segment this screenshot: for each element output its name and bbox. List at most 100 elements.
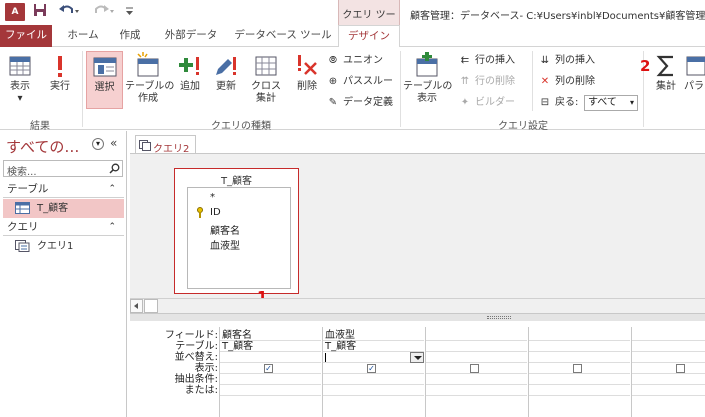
horizontal-scrollbar[interactable] [130,298,705,313]
tab-create[interactable]: 作成 [110,25,150,47]
update-query-button[interactable]: 更新 [209,51,243,109]
run-button[interactable]: 実行 [42,51,78,109]
show-checkbox[interactable] [470,364,479,373]
grid-cell-or[interactable] [323,385,424,396]
nav-section-queries[interactable]: クエリ ⌃ [3,218,124,236]
tab-file[interactable]: ファイル [0,25,52,47]
grid-cell-show[interactable]: ✓ [220,363,321,374]
customize-qat-icon[interactable] [125,3,135,21]
update-pencil-icon [216,57,236,75]
parameters-button[interactable]: パラメ [684,51,705,109]
grid-cell-or[interactable] [426,385,527,396]
return-select[interactable]: すべて ▾ [584,95,638,111]
nav-item-query1[interactable]: クエリ1 [3,237,124,256]
chevron-up-icon[interactable]: ⌃ [108,218,116,236]
show-checkbox[interactable]: ✓ [264,364,273,373]
show-checkbox[interactable]: ✓ [367,364,376,373]
annotation-marker-2: 2 [640,57,651,75]
delete-columns-button[interactable]: ✕ 列の削除 [538,74,595,90]
chevron-up-icon[interactable]: ⌃ [108,180,116,198]
totals-button[interactable]: 集計 [651,51,681,109]
query-setup-group-label: クエリ設定 [498,121,548,132]
tab-query2[interactable]: クエリ2 [135,135,196,155]
search-icon [109,163,120,174]
query-design-upper-pane[interactable]: T_顧客 * ID 顧客名 血液型 1 [130,153,705,313]
append-query-button[interactable]: 追加 [173,51,207,109]
view-button[interactable]: 表示 ▾ [2,51,38,109]
grid-cell-field[interactable]: 血液型 [323,330,424,341]
grid-cell-sort[interactable] [529,352,630,363]
grid-cell-criteria[interactable] [529,374,630,385]
grid-cell-field[interactable] [529,330,630,341]
grid-cell-field[interactable]: 顧客名 [220,330,321,341]
select-query-button[interactable]: 選択 [86,51,123,109]
table-icon [15,202,30,214]
grid-cell-table[interactable] [426,341,527,352]
tab-home[interactable]: ホーム [58,25,108,47]
grid-cell-criteria[interactable] [220,374,321,385]
grid-cell-criteria[interactable] [323,374,424,385]
grid-cell-or[interactable] [632,385,705,396]
grid-cell-table[interactable] [632,341,705,352]
totals-label: 集計 [656,81,676,92]
make-table-icon [137,52,159,77]
grid-cell-sort[interactable] [632,352,705,363]
grid-cell-sort[interactable] [220,352,321,363]
window-title: 顧客管理：データベース- C:¥Users¥inbl¥Documents¥顧客管… [410,11,705,22]
delete-x-icon [298,55,317,75]
show-checkbox[interactable] [676,364,685,373]
pane-splitter[interactable] [130,313,705,321]
insert-columns-button[interactable]: ⇊ 列の挿入 [538,53,595,69]
grid-cell-field[interactable] [426,330,527,341]
grid-cell-table[interactable]: T_顧客 [220,341,321,352]
crosstab-query-button[interactable]: クロス 集計 [246,51,286,109]
return-select-value: すべて [588,97,617,108]
pass-through-button[interactable]: ⊕ パススルー [326,74,393,90]
data-definition-button[interactable]: ✎ データ定義 [326,95,393,111]
grid-cell-or[interactable] [529,385,630,396]
save-icon[interactable] [33,3,49,21]
field-item[interactable]: ID [210,207,221,218]
builder-button[interactable]: ✦ ビルダー [458,95,515,111]
grid-cell-show[interactable] [529,363,630,374]
union-icon: ⦾ [329,55,337,66]
undo-icon[interactable] [58,3,82,21]
nav-item-t-customer[interactable]: T_顧客 [3,199,124,218]
union-button[interactable]: ⦾ ユニオン [326,53,383,69]
field-item[interactable]: 顧客名 [210,222,240,237]
nav-menu-chevron-icon[interactable]: ▾ [92,138,104,150]
table-field-list-title[interactable]: T_顧客 [175,172,298,187]
make-table-button[interactable]: テーブルの 作成 [125,51,174,109]
grid-cell-show[interactable]: ✓ [323,363,424,374]
grid-cell-field[interactable] [632,330,705,341]
grid-cell-sort[interactable] [426,352,527,363]
tab-external-data[interactable]: 外部データ [155,25,227,47]
splitter-grip[interactable] [487,316,511,319]
show-table-button[interactable]: テーブルの 表示 [403,51,452,109]
nav-search-input[interactable]: 検索... [3,160,123,178]
grid-cell-table[interactable]: T_顧客 [323,341,424,352]
grid-cell-or[interactable] [220,385,321,396]
table-field-list[interactable]: T_顧客 * ID 顧客名 血液型 [174,168,299,294]
field-item[interactable]: 血液型 [210,237,240,252]
nav-header[interactable]: すべての… ▾ « [2,134,125,156]
delete-rows-button[interactable]: ⇈ 行の削除 [458,74,515,90]
grid-cell-criteria[interactable] [632,374,705,385]
collapse-pane-icon[interactable]: « [110,136,117,150]
nav-section-tables[interactable]: テーブル ⌃ [3,180,124,198]
grid-cell-sort[interactable] [323,352,424,363]
tab-database-tools[interactable]: データベース ツール [232,25,334,47]
sort-dropdown-icon[interactable] [410,352,424,363]
scrollbar-thumb[interactable] [144,299,158,313]
grid-cell-criteria[interactable] [426,374,527,385]
tab-design[interactable]: デザイン [338,25,400,48]
scroll-left-icon[interactable] [130,299,143,313]
field-item[interactable]: * [210,192,215,203]
insert-rows-button[interactable]: ⇇ 行の挿入 [458,53,515,69]
delete-query-button[interactable]: 削除 [290,51,324,109]
show-checkbox[interactable] [573,364,582,373]
grid-cell-table[interactable] [529,341,630,352]
grid-cell-show[interactable] [632,363,705,374]
grid-cell-show[interactable] [426,363,527,374]
redo-icon[interactable] [92,3,116,21]
